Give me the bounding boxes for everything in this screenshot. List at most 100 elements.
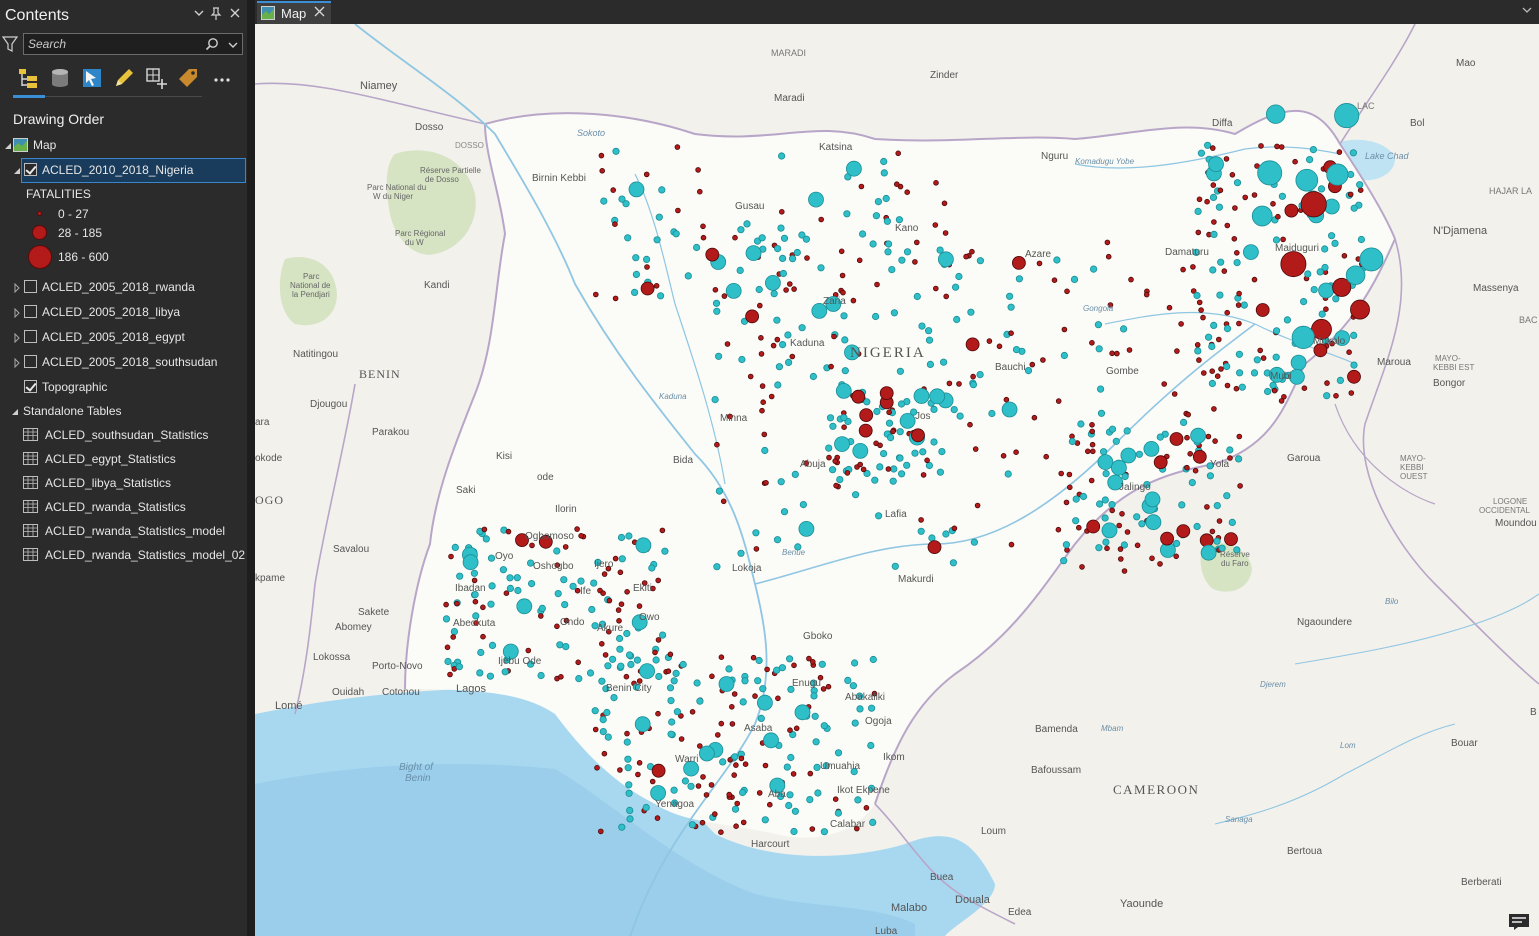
event-point[interactable] (1188, 478, 1196, 487)
event-point[interactable] (600, 590, 606, 596)
event-point[interactable] (1109, 350, 1115, 357)
event-point[interactable] (1224, 309, 1230, 316)
event-point[interactable] (688, 821, 696, 829)
event-point[interactable] (731, 772, 738, 778)
event-point[interactable] (856, 257, 863, 264)
event-point[interactable] (625, 532, 633, 540)
event-point[interactable] (938, 447, 946, 456)
event-point[interactable] (806, 795, 814, 804)
event-point[interactable] (1270, 201, 1276, 207)
event-point[interactable] (988, 409, 996, 418)
event-point[interactable] (1007, 303, 1015, 311)
event-point[interactable] (590, 579, 598, 587)
event-point[interactable] (1278, 192, 1287, 200)
event-point[interactable] (1157, 561, 1163, 567)
event-point[interactable] (750, 654, 757, 661)
event-point[interactable] (655, 710, 661, 717)
event-point[interactable] (1260, 355, 1267, 361)
event-point[interactable] (450, 627, 458, 636)
event-point[interactable] (661, 547, 669, 555)
event-point[interactable] (1347, 191, 1354, 198)
event-point[interactable] (624, 755, 632, 763)
event-point[interactable] (1138, 520, 1146, 528)
event-point[interactable] (756, 302, 763, 309)
event-point[interactable] (755, 285, 763, 294)
event-point[interactable] (514, 586, 522, 595)
event-point[interactable] (574, 526, 580, 532)
event-point[interactable] (1236, 433, 1243, 440)
event-point[interactable] (1301, 385, 1308, 392)
event-point[interactable] (863, 804, 870, 811)
event-point[interactable] (1193, 291, 1201, 300)
event-point-medium[interactable] (798, 520, 815, 537)
event-point[interactable] (826, 414, 835, 422)
event-point[interactable] (1012, 345, 1021, 354)
event-point[interactable] (942, 230, 949, 236)
event-point[interactable] (1105, 253, 1112, 260)
event-point[interactable] (713, 563, 721, 571)
event-point[interactable] (777, 224, 785, 232)
event-point[interactable] (681, 777, 689, 785)
event-point[interactable] (1350, 361, 1358, 369)
event-point[interactable] (695, 783, 702, 789)
event-point[interactable] (1102, 469, 1110, 478)
event-point[interactable] (840, 289, 846, 296)
expand-triangle-icon[interactable] (12, 357, 22, 369)
event-point[interactable] (718, 654, 725, 660)
event-point[interactable] (455, 663, 463, 671)
event-point[interactable] (1216, 518, 1223, 524)
event-point[interactable] (1072, 517, 1080, 525)
event-point[interactable] (1209, 528, 1216, 535)
event-point[interactable] (764, 666, 770, 673)
event-point[interactable] (1060, 557, 1068, 565)
event-point[interactable] (636, 759, 643, 766)
event-point[interactable] (783, 763, 791, 771)
event-point-medium[interactable] (1243, 244, 1259, 261)
event-point[interactable] (969, 381, 978, 389)
event-point-medium[interactable] (1284, 203, 1299, 218)
event-point[interactable] (787, 753, 795, 762)
event-point[interactable] (872, 212, 881, 220)
event-point[interactable] (996, 343, 1003, 350)
event-point[interactable] (789, 353, 796, 360)
event-point[interactable] (742, 761, 749, 767)
event-point[interactable] (1251, 192, 1258, 198)
event-point[interactable] (747, 373, 754, 380)
event-point[interactable] (488, 641, 497, 650)
event-point[interactable] (1226, 446, 1234, 454)
event-point[interactable] (860, 466, 867, 473)
event-point[interactable] (1184, 434, 1190, 441)
event-point[interactable] (1232, 205, 1238, 211)
event-point[interactable] (904, 189, 910, 196)
event-point[interactable] (1088, 477, 1095, 484)
event-point[interactable] (738, 788, 747, 797)
event-point[interactable] (472, 598, 479, 605)
event-point[interactable] (820, 686, 827, 692)
event-point[interactable] (871, 476, 879, 484)
event-point-medium[interactable] (911, 428, 925, 443)
event-point[interactable] (670, 786, 678, 794)
event-point[interactable] (1216, 291, 1224, 299)
event-point[interactable] (1089, 265, 1098, 273)
event-point[interactable] (895, 150, 901, 157)
event-point[interactable] (689, 708, 696, 715)
event-point[interactable] (784, 358, 793, 366)
event-point[interactable] (482, 535, 490, 543)
event-point[interactable] (1318, 310, 1326, 318)
event-point[interactable] (553, 547, 561, 555)
event-point[interactable] (738, 355, 746, 364)
event-point-medium[interactable] (1160, 531, 1174, 546)
event-point[interactable] (1060, 351, 1069, 360)
event-point[interactable] (626, 806, 634, 815)
event-point[interactable] (807, 770, 814, 777)
event-point[interactable] (659, 527, 666, 534)
layer-row-egypt[interactable]: ACLED_2005_2018_egypt (0, 325, 247, 349)
event-point[interactable] (1215, 203, 1224, 211)
event-point[interactable] (604, 662, 612, 670)
event-point[interactable] (1190, 264, 1196, 270)
event-point[interactable] (1233, 385, 1240, 392)
event-point[interactable] (1066, 471, 1073, 478)
event-point[interactable] (1075, 524, 1082, 531)
event-point[interactable] (903, 461, 911, 469)
event-point[interactable] (632, 270, 640, 278)
